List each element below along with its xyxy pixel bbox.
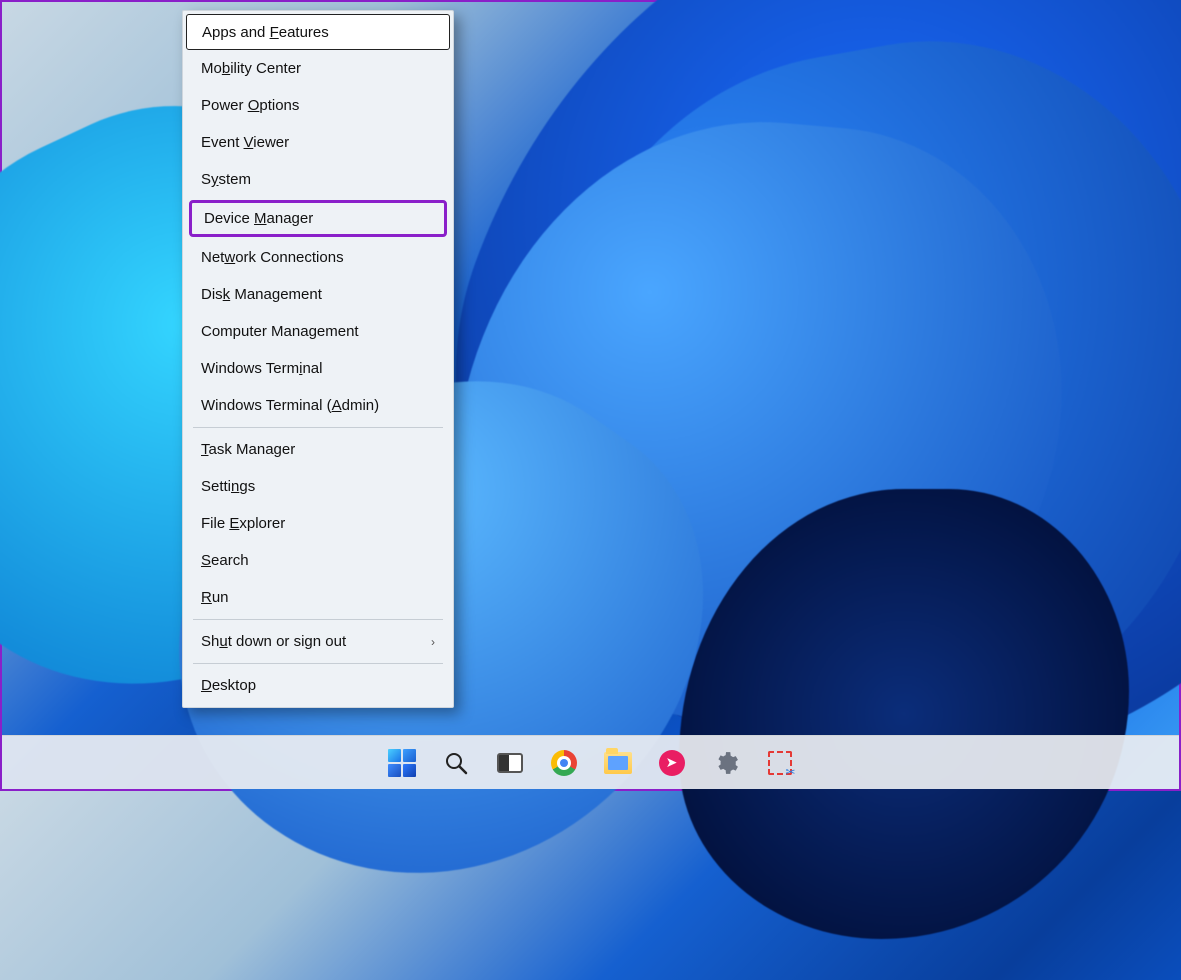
menu-item-label: Event Viewer [201,134,289,151]
taskbar-app-chrome[interactable] [550,749,578,777]
menu-separator [193,663,443,664]
menu-item-label: Task Manager [201,441,295,458]
app-icon: ➤ [659,750,685,776]
taskbar-app-file-explorer[interactable] [604,749,632,777]
taskbar-app-snipping-tool[interactable] [766,749,794,777]
menu-item-label: System [201,171,251,188]
menu-item-event-viewer[interactable]: Event Viewer [183,124,453,161]
menu-item-run[interactable]: Run [183,579,453,616]
menu-item-label: Apps and Features [202,24,329,41]
menu-item-label: Power Options [201,97,299,114]
menu-item-power-options[interactable]: Power Options [183,87,453,124]
menu-item-task-manager[interactable]: Task Manager [183,431,453,468]
menu-item-device-manager[interactable]: Device Manager [189,200,447,237]
snip-icon [768,751,792,775]
menu-item-label: Network Connections [201,249,344,266]
menu-item-disk-management[interactable]: Disk Management [183,276,453,313]
menu-item-search[interactable]: Search [183,542,453,579]
menu-item-system[interactable]: System [183,161,453,198]
menu-item-desktop[interactable]: Desktop [183,667,453,704]
start-button[interactable] [388,749,416,777]
menu-item-label: Desktop [201,677,256,694]
menu-item-label: Computer Management [201,323,359,340]
menu-item-label: Search [201,552,249,569]
menu-item-label: Windows Terminal (Admin) [201,397,379,414]
taskbar-app-generic[interactable]: ➤ [658,749,686,777]
menu-item-label: Disk Management [201,286,322,303]
menu-item-windows-terminal-admin[interactable]: Windows Terminal (Admin) [183,387,453,424]
menu-separator [193,427,443,428]
menu-item-windows-terminal[interactable]: Windows Terminal [183,350,453,387]
menu-item-computer-management[interactable]: Computer Management [183,313,453,350]
menu-item-label: Shut down or sign out [201,633,346,650]
task-view-button[interactable] [496,749,524,777]
menu-item-settings[interactable]: Settings [183,468,453,505]
taskbar: ➤ [2,735,1179,789]
menu-item-label: Settings [201,478,255,495]
gear-icon [713,750,739,776]
task-view-icon [497,753,523,773]
taskbar-search-button[interactable] [442,749,470,777]
winx-context-menu: Apps and Features Mobility Center Power Op… [182,10,454,708]
taskbar-app-settings[interactable] [712,749,740,777]
menu-item-label: Run [201,589,229,606]
menu-item-label: Device Manager [204,210,313,227]
menu-item-label: File Explorer [201,515,285,532]
chrome-icon [551,750,577,776]
chevron-right-icon: › [431,635,435,649]
menu-item-network-connections[interactable]: Network Connections [183,239,453,276]
menu-item-apps-features[interactable]: Apps and Features [186,14,450,50]
windows-logo-icon [388,749,416,777]
menu-item-file-explorer[interactable]: File Explorer [183,505,453,542]
menu-item-label: Windows Terminal [201,360,322,377]
folder-icon [604,752,632,774]
menu-item-label: Mobility Center [201,60,301,77]
search-icon [444,751,468,775]
menu-item-shut-down[interactable]: Shut down or sign out › [183,623,453,660]
menu-separator [193,619,443,620]
menu-item-mobility-center[interactable]: Mobility Center [183,50,453,87]
